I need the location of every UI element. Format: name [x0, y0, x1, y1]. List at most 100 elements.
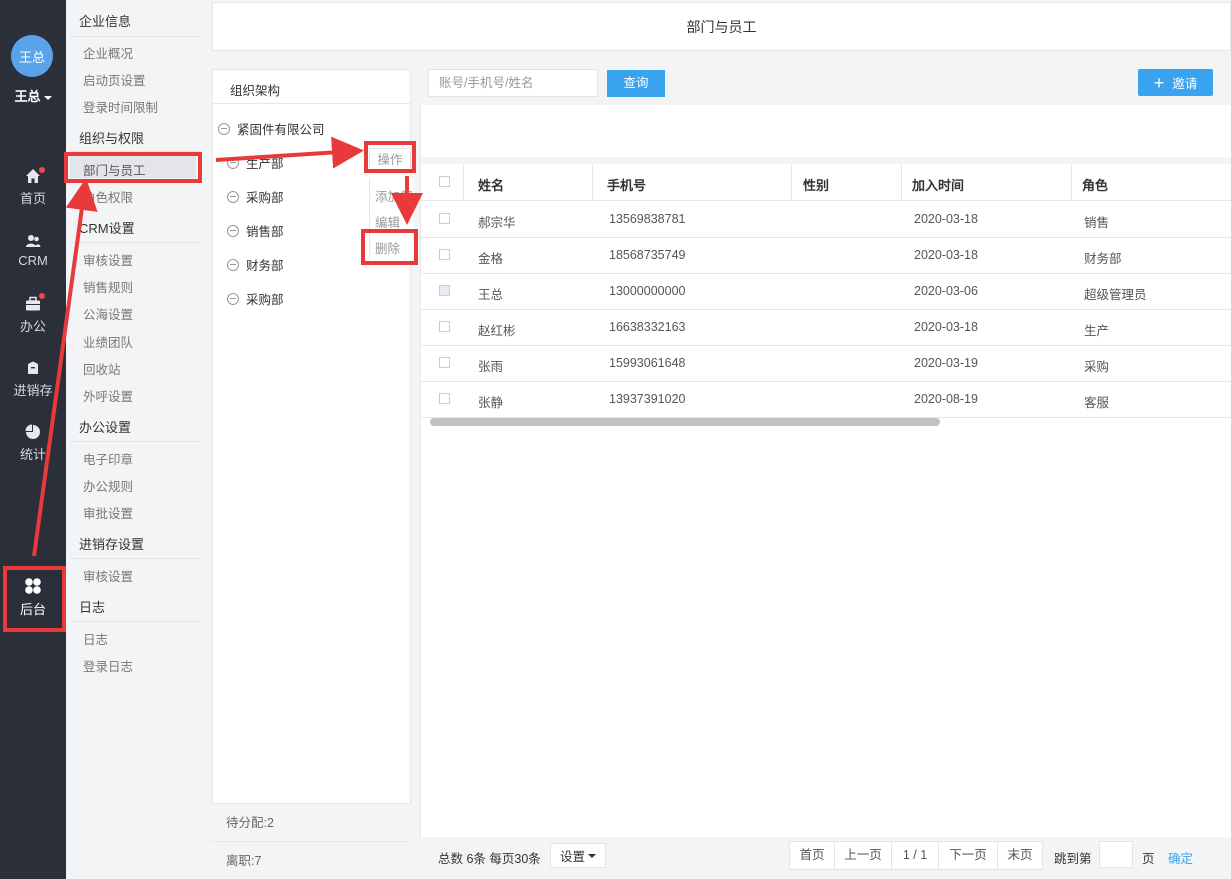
menu-item[interactable]: 角色权限 [83, 187, 133, 206]
column-header[interactable]: 加入时间 [912, 175, 964, 194]
tree-node-label: 采购部 [246, 293, 284, 307]
divider [70, 558, 202, 559]
menu-section-title: 企业信息 [79, 14, 132, 29]
menu-item[interactable]: 登录日志 [83, 656, 133, 675]
plus-icon: + [1153, 72, 1165, 93]
row-checkbox[interactable] [439, 249, 450, 260]
first-page-button[interactable]: 首页 [789, 841, 835, 870]
menu-item[interactable]: 启动页设置 [83, 70, 146, 89]
nav-item-inventory[interactable]: 进销存 [0, 360, 66, 399]
row-checkbox[interactable] [439, 393, 450, 404]
prev-page-button[interactable]: 上一页 [834, 841, 892, 870]
tree-node-label: 采购部 [246, 191, 284, 205]
menu-item[interactable]: 外呼设置 [83, 386, 133, 405]
table-row[interactable]: 张静 13937391020 2020-08-19 客服 [421, 382, 1231, 418]
horizontal-scrollbar[interactable] [430, 418, 940, 426]
row-checkbox[interactable] [439, 321, 450, 332]
divider [70, 621, 202, 622]
cell-role: 客服 [1084, 396, 1110, 410]
tree-node-label: 销售部 [246, 225, 284, 239]
collapse-icon[interactable] [227, 224, 239, 237]
table-row[interactable]: 郝宗华 13569838781 2020-03-18 销售 [421, 202, 1231, 238]
row-checkbox[interactable] [439, 213, 450, 224]
menu-section-title: 办公设置 [79, 420, 132, 435]
avatar[interactable]: 王总 [11, 35, 53, 77]
nav-item-home[interactable]: 首页 [0, 168, 66, 207]
last-page-button[interactable]: 末页 [997, 841, 1043, 870]
cell-phone: 13000000000 [609, 284, 686, 298]
table-row[interactable]: 赵红彬 16638332163 2020-03-18 生产 [421, 310, 1231, 346]
tree-node-dept[interactable]: 生产部 [227, 153, 284, 172]
jump-page-input[interactable] [1099, 841, 1133, 868]
collapse-icon[interactable] [227, 258, 239, 271]
tree-node-label: 财务部 [246, 259, 284, 273]
org-tree-title: 组织架构 [230, 84, 281, 98]
menu-item[interactable]: 企业概况 [83, 43, 133, 62]
jump-suffix: 页 [1142, 852, 1155, 866]
invite-button[interactable]: + 邀请 [1138, 69, 1213, 96]
tree-node-dept[interactable]: 采购部 [227, 289, 284, 308]
cell-joined: 2020-03-19 [914, 356, 978, 370]
cell-joined: 2020-03-18 [914, 320, 978, 334]
tree-node-dept[interactable]: 财务部 [227, 255, 284, 274]
column-header[interactable]: 手机号 [607, 175, 646, 194]
nav-label: 首页 [19, 191, 46, 206]
menu-section-title: 组织与权限 [79, 131, 145, 146]
divider [70, 441, 202, 442]
menu-item[interactable]: 销售规则 [83, 277, 133, 296]
cell-name: 金格 [478, 252, 504, 266]
resigned-count[interactable]: 离职:7 [212, 842, 411, 879]
query-button[interactable]: 查询 [607, 70, 665, 97]
menu-item[interactable]: 公海设置 [83, 304, 133, 323]
notification-dot [39, 167, 45, 173]
unassigned-count[interactable]: 待分配:2 [212, 804, 411, 842]
column-header[interactable]: 性别 [803, 175, 829, 194]
nav-item-stats[interactable]: 统计 [0, 424, 66, 463]
row-checkbox[interactable] [439, 357, 450, 368]
user-menu[interactable]: 王总 [0, 86, 66, 105]
menu-item[interactable]: 审核设置 [83, 566, 133, 585]
search-input[interactable]: 账号/手机号/姓名 [428, 69, 598, 97]
page-summary: 总数 6条 每页30条 [438, 852, 541, 866]
table-row[interactable]: 张雨 15993061648 2020-03-19 采购 [421, 346, 1231, 382]
column-header[interactable]: 姓名 [478, 175, 504, 194]
cell-role: 采购 [1084, 360, 1110, 374]
collapse-icon[interactable] [227, 292, 239, 305]
menu-item[interactable]: 审核设置 [83, 250, 133, 269]
collapse-icon[interactable] [227, 156, 239, 169]
cell-phone: 15993061648 [609, 356, 686, 370]
menu-item[interactable]: 日志 [83, 629, 108, 648]
table-row[interactable]: 王总 13000000000 2020-03-06 超级管理员 [421, 274, 1231, 310]
page-indicator: 1 / 1 [891, 841, 939, 870]
ops-add-department[interactable]: 添加部 [375, 186, 413, 205]
column-header[interactable]: 角色 [1082, 175, 1108, 194]
nav-item-crm[interactable]: CRM [0, 233, 66, 268]
jump-confirm-button[interactable]: 确定 [1168, 848, 1193, 867]
briefcase-icon [26, 296, 40, 311]
settings-menu: 企业信息 企业概况 启动页设置 登录时间限制 组织与权限 部门与员工 角色权限 … [66, 0, 202, 879]
tree-node-dept[interactable]: 销售部 [227, 221, 284, 240]
menu-item[interactable]: 登录时间限制 [83, 97, 158, 116]
pie-chart-icon [25, 424, 40, 439]
menu-item[interactable]: 审批设置 [83, 503, 133, 522]
cell-joined: 2020-03-18 [914, 248, 978, 262]
menu-item[interactable]: 回收站 [83, 359, 121, 378]
menu-item[interactable]: 电子印章 [83, 449, 133, 468]
menu-section-title: CRM设置 [79, 221, 135, 236]
table-row[interactable]: 金格 18568735749 2020-03-18 财务部 [421, 238, 1231, 274]
nav-label: 进销存 [13, 383, 53, 398]
divider [70, 36, 202, 37]
collapse-icon[interactable] [227, 190, 239, 203]
cell-joined: 2020-03-18 [914, 212, 978, 226]
page-settings-button[interactable]: 设置 [550, 843, 606, 868]
tree-node-root[interactable]: 紧固件有限公司 [218, 119, 325, 138]
select-all-checkbox[interactable] [439, 176, 450, 187]
tree-node-dept[interactable]: 采购部 [227, 187, 284, 206]
next-page-button[interactable]: 下一页 [938, 841, 998, 870]
collapse-icon[interactable] [218, 122, 230, 135]
highlight-box-delete [361, 229, 418, 265]
menu-item[interactable]: 办公规则 [83, 476, 133, 495]
tree-node-label: 生产部 [246, 157, 284, 171]
menu-item[interactable]: 业绩团队 [83, 332, 133, 351]
nav-item-office[interactable]: 办公 [0, 296, 66, 335]
